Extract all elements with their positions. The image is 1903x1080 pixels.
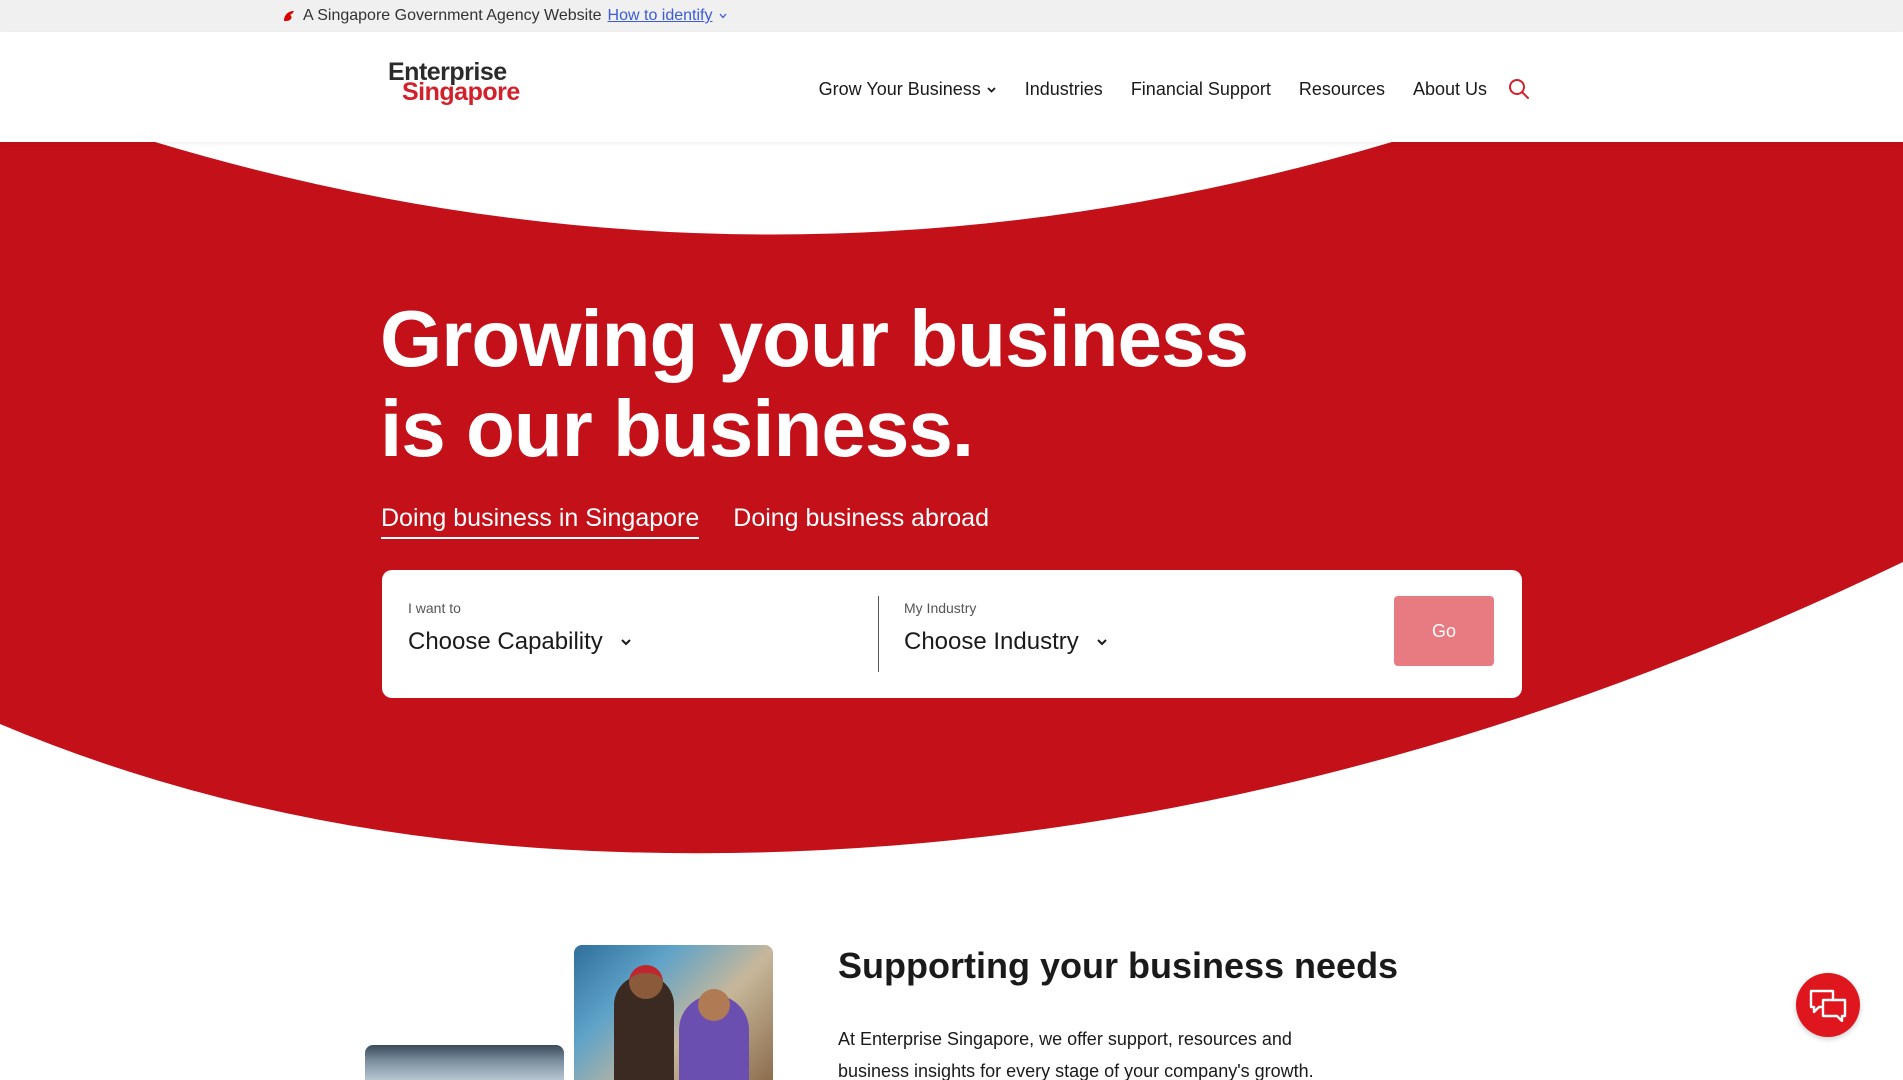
main-nav: Grow Your Business Industries Financial … — [819, 77, 1531, 101]
gov-masthead: A Singapore Government Agency Website Ho… — [0, 0, 1903, 32]
logo-line-2: Singapore — [402, 78, 520, 106]
industry-value: Choose Industry — [904, 628, 1079, 655]
photo-figure-head — [629, 965, 663, 999]
hero-red-background — [0, 142, 1903, 854]
industry-dropdown[interactable]: Choose Industry — [904, 628, 1109, 656]
business-owners-photo — [574, 945, 773, 1080]
chevron-down-icon[interactable] — [718, 11, 728, 21]
field-divider — [878, 596, 879, 672]
capability-finder: I want to Choose Capability My Industry … — [382, 570, 1522, 698]
nav-item-label: Grow Your Business — [818, 78, 981, 99]
section-title: Supporting your business needs — [838, 945, 1399, 986]
chevron-down-icon — [1097, 639, 1107, 646]
nav-item-about-us[interactable]: About Us — [1413, 79, 1487, 100]
industry-select[interactable]: My Industry Choose Industry — [904, 570, 1354, 698]
section-body: At Enterprise Singapore, we offer suppor… — [838, 1029, 1314, 1080]
search-icon[interactable] — [1507, 77, 1531, 101]
tab-doing-business-in-singapore[interactable]: Doing business in Singapore — [381, 504, 700, 539]
go-button[interactable]: Go — [1394, 596, 1494, 666]
nav-item-grow-your-business[interactable]: Grow Your Business — [819, 79, 997, 100]
hero-tabs: Doing business in Singapore Doing busine… — [381, 504, 989, 539]
nav-item-resources[interactable]: Resources — [1299, 79, 1385, 100]
hero-section: Growing your business is our business. D… — [0, 142, 1903, 862]
nav-item-label: Resources — [1298, 78, 1385, 99]
capability-dropdown[interactable]: Choose Capability — [408, 628, 633, 656]
nav-item-financial-support[interactable]: Financial Support — [1131, 79, 1271, 100]
site-header: Enterprise Singapore Grow Your Business … — [0, 32, 1903, 142]
capability-value: Choose Capability — [408, 628, 603, 655]
how-to-identify-link[interactable]: How to identify — [608, 7, 713, 25]
lion-head-icon — [284, 11, 294, 21]
hero-title-line-1: Growing your business — [380, 294, 1249, 383]
chat-button[interactable] — [1796, 973, 1860, 1037]
nav-item-label: Financial Support — [1130, 78, 1271, 99]
tab-doing-business-abroad[interactable]: Doing business abroad — [733, 504, 989, 539]
hero-title-line-2: is our business. — [380, 384, 974, 473]
masthead-text: A Singapore Government Agency Website — [303, 7, 602, 24]
enterprise-singapore-logo[interactable]: Enterprise Singapore — [388, 58, 538, 108]
nav-item-label: Industries — [1024, 78, 1103, 99]
hero-title: Growing your business is our business. — [380, 294, 1380, 474]
business-photo-left — [365, 1045, 564, 1080]
capability-label: I want to — [408, 600, 461, 616]
industry-label: My Industry — [904, 600, 977, 616]
chat-bubbles-icon — [1809, 989, 1847, 1022]
photo-figure-head — [698, 989, 730, 1021]
nav-item-label: About Us — [1412, 78, 1487, 99]
chevron-down-icon — [987, 86, 996, 93]
capability-select[interactable]: I want to Choose Capability — [408, 570, 858, 698]
nav-item-industries[interactable]: Industries — [1025, 79, 1103, 100]
chevron-down-icon — [621, 639, 631, 646]
